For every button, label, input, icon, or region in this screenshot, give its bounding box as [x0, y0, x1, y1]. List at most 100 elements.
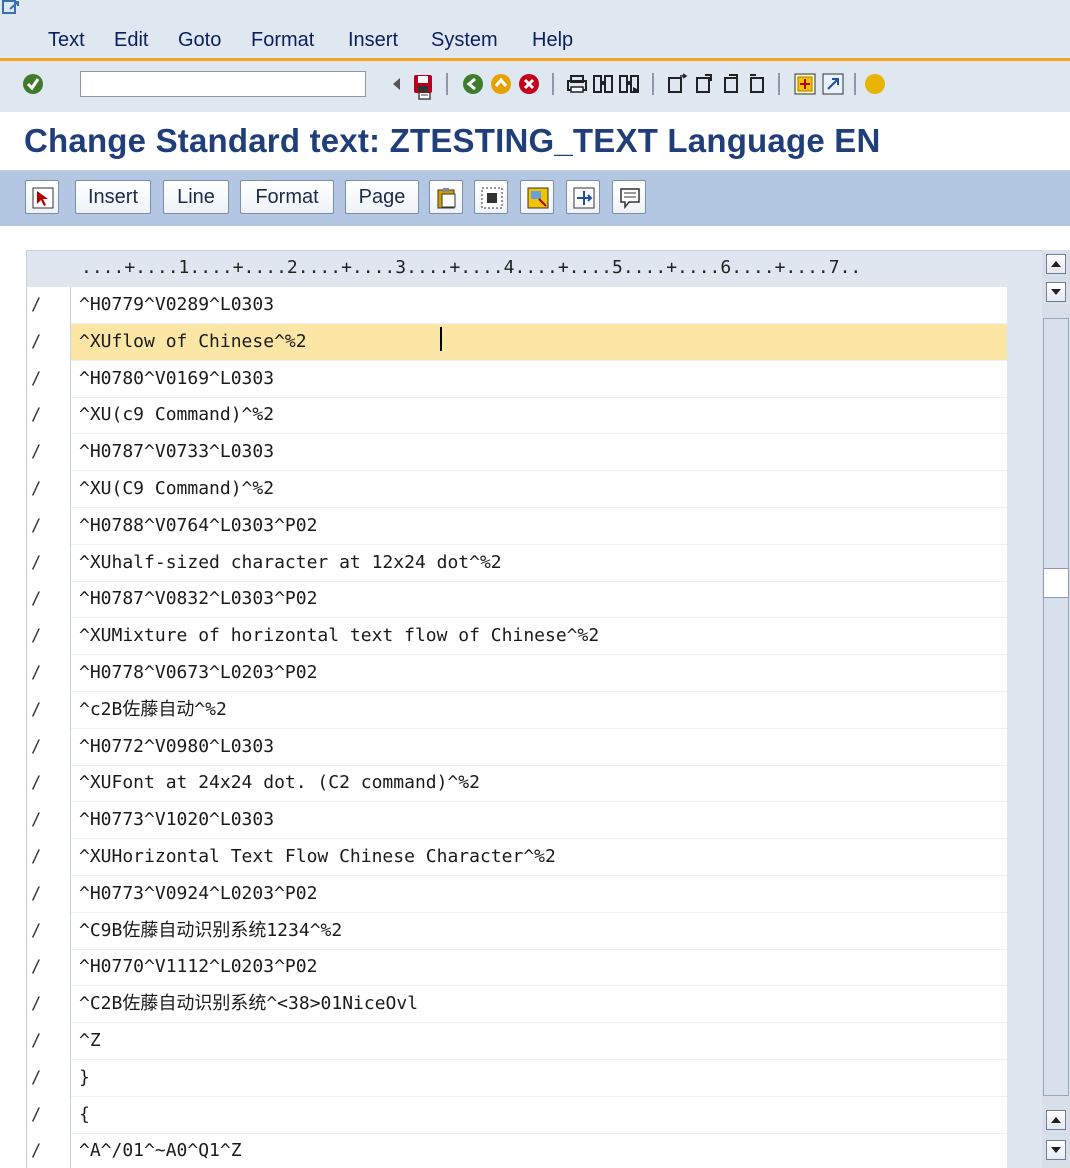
save-icon[interactable] — [412, 73, 434, 95]
line-text-field[interactable]: ^C9B佐藤自动识别系统1234^%2 — [71, 913, 1007, 950]
line-command-field[interactable]: / — [27, 323, 71, 361]
editor-line[interactable]: / ^c2B佐藤自动^%2 — [27, 691, 1043, 729]
line-text-field[interactable]: ^H0773^V1020^L0303 — [71, 802, 1007, 840]
menu-insert[interactable]: Insert — [348, 26, 398, 54]
editor-line[interactable]: / ^H0787^V0733^L0303 — [27, 434, 1043, 472]
editor-line[interactable]: / ^Z — [27, 1023, 1043, 1060]
line-text-field[interactable]: ^XUflow of Chinese^%2 — [71, 323, 1007, 361]
scroll-thumb[interactable] — [1043, 568, 1069, 598]
vertical-scrollbar[interactable] — [1042, 250, 1070, 1168]
editor-line[interactable]: / ^H0778^V0673^L0203^P02 — [27, 655, 1043, 692]
clipboard-button[interactable] — [429, 180, 463, 214]
editor-line[interactable]: / ^H0779^V0289^L0303 — [27, 287, 1043, 324]
editor-line[interactable]: / ^XUFont at 24x24 dot. (C2 command)^%2 — [27, 765, 1043, 803]
editor-line[interactable]: / ^H0773^V0924^L0203^P02 — [27, 875, 1043, 913]
format-button[interactable]: Format — [240, 180, 334, 214]
line-text-field[interactable]: ^XUFont at 24x24 dot. (C2 command)^%2 — [71, 765, 1007, 803]
editor-line[interactable]: /} — [27, 1059, 1043, 1097]
menu-edit[interactable]: Edit — [114, 26, 148, 54]
line-command-field[interactable]: / — [27, 765, 71, 803]
line-command-field[interactable]: / — [27, 949, 71, 987]
editor-line[interactable]: / ^XU(c9 Command)^%2 — [27, 397, 1043, 435]
line-text-field[interactable]: ^H0772^V0980^L0303 — [71, 729, 1007, 766]
enter-icon[interactable] — [22, 73, 44, 95]
line-command-field[interactable]: / — [27, 434, 71, 472]
line-command-field[interactable]: / — [27, 802, 71, 840]
line-text-field[interactable]: ^H0770^V1112^L0203^P02 — [71, 949, 1007, 987]
line-command-field[interactable]: / — [27, 875, 71, 913]
line-command-field[interactable]: / — [27, 360, 71, 398]
editor-line[interactable]: / ^XUHorizontal Text Flow Chinese Charact… — [27, 839, 1043, 876]
editor-line[interactable]: / ^XUflow of Chinese^%2 — [27, 323, 1043, 361]
line-command-field[interactable]: / — [27, 691, 71, 729]
editor-line[interactable]: / ^A^/01^~A0^Q1^Z — [27, 1133, 1043, 1168]
shortcut-icon[interactable] — [822, 73, 844, 95]
menu-format[interactable]: Format — [251, 26, 314, 54]
line-text-field[interactable]: { — [71, 1097, 1007, 1134]
editor-line[interactable]: / ^H0788^V0764^L0303^P02 — [27, 507, 1043, 545]
line-command-field[interactable]: / — [27, 618, 71, 656]
editor-line[interactable]: / ^XUMixture of horizontal text flow of C… — [27, 618, 1043, 656]
menu-text[interactable]: Text — [48, 26, 85, 54]
line-command-field[interactable]: / — [27, 912, 71, 950]
comment-button[interactable] — [612, 180, 646, 214]
line-command-field[interactable]: / — [27, 986, 71, 1024]
editor-line[interactable]: / ^H0772^V0980^L0303 — [27, 728, 1043, 766]
line-text-field[interactable]: ^H0779^V0289^L0303 — [71, 287, 1007, 324]
line-text-field[interactable]: ^XUHorizontal Text Flow Chinese Characte… — [71, 839, 1007, 876]
page-down-button[interactable] — [1046, 1140, 1066, 1160]
line-command-field[interactable]: / — [27, 471, 71, 508]
editor-line[interactable]: / ^H0770^V1112^L0203^P02 — [27, 949, 1043, 987]
first-page-icon[interactable] — [666, 73, 688, 95]
editor-line[interactable]: / ^XU(C9 Command)^%2 — [27, 471, 1043, 508]
editor-line[interactable]: / ^XUhalf-sized character at 12x24 dot^%2 — [27, 544, 1043, 582]
line-text-field[interactable]: ^A^/01^~A0^Q1^Z — [71, 1133, 1007, 1168]
collapse-arrow-icon[interactable] — [386, 73, 408, 95]
page-button[interactable]: Page — [345, 180, 419, 214]
page-up-button[interactable] — [1046, 1110, 1066, 1130]
move-button[interactable] — [566, 180, 600, 214]
last-page-icon[interactable] — [746, 73, 768, 95]
command-field[interactable] — [80, 71, 431, 100]
previous-page-icon[interactable] — [694, 73, 716, 95]
line-command-field[interactable]: / — [27, 581, 71, 619]
line-command-field[interactable]: / — [27, 1133, 71, 1168]
line-command-field[interactable]: / — [27, 839, 71, 876]
scroll-track[interactable] — [1043, 318, 1069, 1096]
line-command-field[interactable]: / — [27, 1059, 71, 1097]
line-text-field[interactable]: ^H0787^V0832^L0303^P02 — [71, 581, 1007, 619]
menu-help[interactable]: Help — [532, 26, 573, 54]
print-icon[interactable] — [566, 73, 588, 95]
editor-line[interactable]: / ^H0773^V1020^L0303 — [27, 802, 1043, 840]
create-session-icon[interactable] — [794, 73, 816, 95]
line-command-field[interactable]: / — [27, 728, 71, 766]
line-text-field[interactable]: ^H0780^V0169^L0303 — [71, 361, 1007, 398]
line-command-field[interactable]: / — [27, 1096, 71, 1134]
line-command-field[interactable]: / — [27, 1023, 71, 1060]
line-command-field[interactable]: / — [27, 287, 71, 324]
back-icon[interactable] — [462, 73, 484, 95]
find-icon[interactable] — [592, 73, 614, 95]
editor-line[interactable]: / ^H0787^V0832^L0303^P02 — [27, 581, 1043, 619]
line-command-field[interactable]: / — [27, 507, 71, 545]
menu-goto[interactable]: Goto — [178, 26, 221, 54]
menu-system[interactable]: System — [431, 26, 498, 54]
line-text-field[interactable]: ^XUhalf-sized character at 12x24 dot^%2 — [71, 545, 1007, 582]
line-text-field[interactable]: ^XU(C9 Command)^%2 — [71, 471, 1007, 508]
line-text-field[interactable]: ^XUMixture of horizontal text flow of Ch… — [71, 618, 1007, 656]
editor-line[interactable]: / ^C2B佐藤自动识别系统^<38>01NiceOvl — [27, 986, 1043, 1024]
next-page-icon[interactable] — [720, 73, 742, 95]
line-text-field[interactable]: ^C2B佐藤自动识别系统^<38>01NiceOvl — [71, 986, 1007, 1024]
line-command-field[interactable]: / — [27, 655, 71, 692]
editor-line[interactable]: /{ — [27, 1096, 1043, 1134]
line-text-field[interactable]: ^H0787^V0733^L0303 — [71, 434, 1007, 472]
line-text-field[interactable]: ^H0773^V0924^L0203^P02 — [71, 876, 1007, 913]
line-button[interactable]: Line — [163, 180, 229, 214]
select-button[interactable] — [25, 180, 59, 214]
editor-line[interactable]: / ^H0780^V0169^L0303 — [27, 360, 1043, 398]
app-menu-icon[interactable] — [2, 0, 20, 16]
line-text-field[interactable]: ^c2B佐藤自动^%2 — [71, 692, 1007, 729]
editor-line[interactable]: / ^C9B佐藤自动识别系统1234^%2 — [27, 912, 1043, 950]
line-text-field[interactable]: ^H0778^V0673^L0203^P02 — [71, 655, 1007, 692]
insert-button[interactable]: Insert — [75, 180, 151, 214]
